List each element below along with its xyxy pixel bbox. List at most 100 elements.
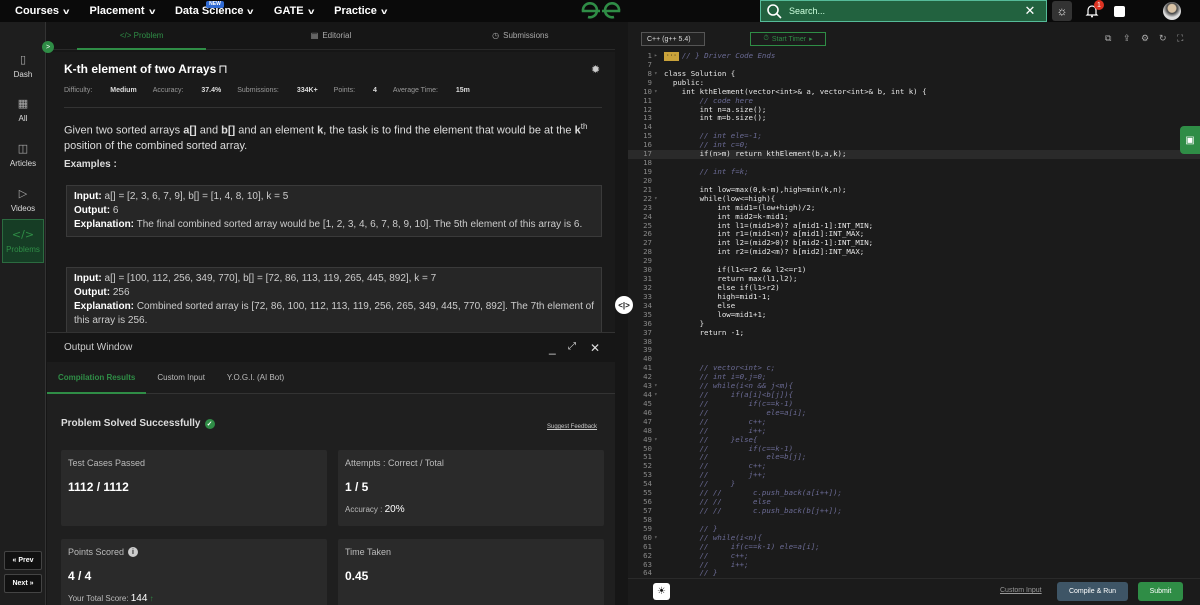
fold-arrow-icon[interactable] <box>654 230 664 239</box>
fold-arrow-icon[interactable] <box>654 400 664 409</box>
gfg-logo[interactable] <box>580 1 622 21</box>
language-select[interactable]: C++ (g++ 5.4) <box>641 32 705 46</box>
fold-arrow-icon[interactable] <box>654 97 664 106</box>
fold-arrow-icon[interactable] <box>654 311 664 320</box>
close-icon[interactable]: ✕ <box>1022 3 1038 19</box>
sidebar-item-articles[interactable]: ◫ Articles <box>2 133 44 177</box>
custom-input-link[interactable]: Custom Input <box>1000 587 1042 594</box>
start-timer-button[interactable]: ⏱ Start Timer ▸ <box>750 32 826 46</box>
info-icon[interactable]: i <box>128 547 139 557</box>
code-line[interactable]: 37 return -1; <box>628 328 1200 338</box>
fold-arrow-icon[interactable] <box>654 239 664 248</box>
copy-icon[interactable]: ⧉ <box>1105 33 1111 44</box>
fold-arrow-icon[interactable] <box>654 418 664 427</box>
fold-arrow-icon[interactable] <box>654 480 664 489</box>
fold-arrow-icon[interactable] <box>654 543 664 552</box>
expand-sidebar-icon[interactable]: > <box>42 41 54 53</box>
nav-courses[interactable]: Courses v <box>15 5 69 17</box>
fold-arrow-icon[interactable]: ▾ <box>654 88 664 97</box>
code-line[interactable]: 13 int m=b.size(); <box>628 114 1200 123</box>
fold-arrow-icon[interactable] <box>654 61 664 70</box>
fold-arrow-icon[interactable]: ▾ <box>654 436 664 445</box>
code-line[interactable]: 8 ▾ class Solution { <box>628 69 1200 79</box>
fold-arrow-icon[interactable] <box>654 204 664 213</box>
tab-editorial[interactable]: ▤ Editorial <box>236 22 425 49</box>
resize-handle-icon[interactable]: <|> <box>615 296 633 314</box>
fullscreen-icon[interactable]: ⛶ <box>1177 33 1183 44</box>
tab-compilation-results[interactable]: Compilation Results <box>47 362 147 394</box>
submit-button[interactable]: Submit <box>1138 582 1183 601</box>
fold-arrow-icon[interactable] <box>654 346 664 355</box>
fold-arrow-icon[interactable] <box>654 409 664 418</box>
fold-arrow-icon[interactable] <box>654 498 664 507</box>
nav-practice[interactable]: Practice v <box>334 5 387 17</box>
fold-arrow-icon[interactable] <box>654 373 664 382</box>
fold-arrow-icon[interactable] <box>654 552 664 561</box>
fold-arrow-icon[interactable] <box>654 364 664 373</box>
fold-arrow-icon[interactable] <box>654 213 664 222</box>
refresh-icon[interactable]: ↻ <box>1159 33 1167 44</box>
fold-arrow-icon[interactable] <box>654 462 664 471</box>
code-line[interactable]: 28 int r2=(mid2<m)? b[mid2]:INT_MAX; <box>628 247 1200 257</box>
theme-toggle-button[interactable]: ☼ <box>1052 1 1072 21</box>
fold-arrow-icon[interactable] <box>654 293 664 302</box>
sidebar-item-problems[interactable]: </> Problems <box>2 219 44 263</box>
fold-arrow-icon[interactable] <box>654 427 664 436</box>
fold-arrow-icon[interactable] <box>654 79 664 88</box>
code-line[interactable]: 19 // int f=k; <box>628 167 1200 177</box>
fold-arrow-icon[interactable] <box>654 275 664 284</box>
fold-arrow-icon[interactable] <box>654 266 664 275</box>
code-line[interactable]: 1 ▸ ···// } Driver Code Ends <box>628 52 1200 61</box>
fold-arrow-icon[interactable]: ▸ <box>654 52 664 61</box>
fold-arrow-icon[interactable] <box>654 471 664 480</box>
fold-arrow-icon[interactable] <box>654 132 664 141</box>
expand-icon[interactable]: ⤢ <box>568 341 576 352</box>
fold-arrow-icon[interactable] <box>654 302 664 311</box>
nav-placement[interactable]: Placement v <box>89 5 154 17</box>
fold-arrow-icon[interactable] <box>654 489 664 498</box>
tab-problem[interactable]: </> Problem <box>47 22 236 50</box>
close-icon[interactable]: ✕ <box>590 341 600 355</box>
fold-arrow-icon[interactable] <box>654 106 664 115</box>
settings-icon[interactable]: ⚙ <box>1141 33 1149 44</box>
lightbulb-icon[interactable]: ☀ <box>653 583 670 600</box>
fold-arrow-icon[interactable] <box>654 525 664 534</box>
sidebar-item-all[interactable]: ▦ All <box>2 88 44 132</box>
compile-run-button[interactable]: Compile & Run <box>1057 582 1128 601</box>
nav-data-science[interactable]: NEW Data Science v <box>175 1 254 17</box>
code-line[interactable]: 35 low=mid1+1; <box>628 310 1200 320</box>
fold-arrow-icon[interactable] <box>654 329 664 338</box>
code-line[interactable]: 38 <box>628 337 1200 347</box>
fold-arrow-icon[interactable] <box>654 222 664 231</box>
fold-arrow-icon[interactable] <box>654 284 664 293</box>
translate-button[interactable] <box>1111 0 1127 22</box>
tab-yogi-ai-bot[interactable]: Y.O.G.I. (AI Bot) <box>216 362 295 393</box>
upload-icon[interactable]: ⇪ <box>1123 33 1131 44</box>
suggest-feedback-link[interactable]: Suggest Feedback <box>547 424 597 430</box>
minimize-icon[interactable]: _ <box>549 341 556 355</box>
code-line[interactable]: 39 <box>628 345 1200 355</box>
fold-arrow-icon[interactable] <box>654 177 664 186</box>
fold-arrow-icon[interactable] <box>654 507 664 516</box>
folded-code-marker[interactable]: ··· <box>664 52 679 61</box>
tab-custom-input[interactable]: Custom Input <box>146 362 216 393</box>
sidebar-item-videos[interactable]: ▷ Videos <box>2 178 44 222</box>
next-button[interactable]: Next » <box>4 574 42 593</box>
fold-arrow-icon[interactable] <box>654 150 664 159</box>
fold-arrow-icon[interactable] <box>654 248 664 257</box>
fold-arrow-icon[interactable]: ▾ <box>654 70 664 79</box>
bug-report-icon[interactable]: ✹ <box>591 63 600 76</box>
fold-arrow-icon[interactable] <box>654 355 664 364</box>
fold-arrow-icon[interactable] <box>654 159 664 168</box>
fold-arrow-icon[interactable] <box>654 123 664 132</box>
avatar[interactable] <box>1161 0 1183 22</box>
fold-arrow-icon[interactable]: ▾ <box>654 195 664 204</box>
notifications-button[interactable]: 1 <box>1082 0 1104 22</box>
fold-arrow-icon[interactable]: ▾ <box>654 382 664 391</box>
tab-submissions[interactable]: ◷ Submissions <box>426 22 615 49</box>
nav-gate[interactable]: GATE v <box>274 5 314 17</box>
fold-arrow-icon[interactable] <box>654 338 664 347</box>
bookmark-icon[interactable]: ⊓ <box>218 62 227 76</box>
fold-arrow-icon[interactable] <box>654 320 664 329</box>
fold-arrow-icon[interactable] <box>654 168 664 177</box>
